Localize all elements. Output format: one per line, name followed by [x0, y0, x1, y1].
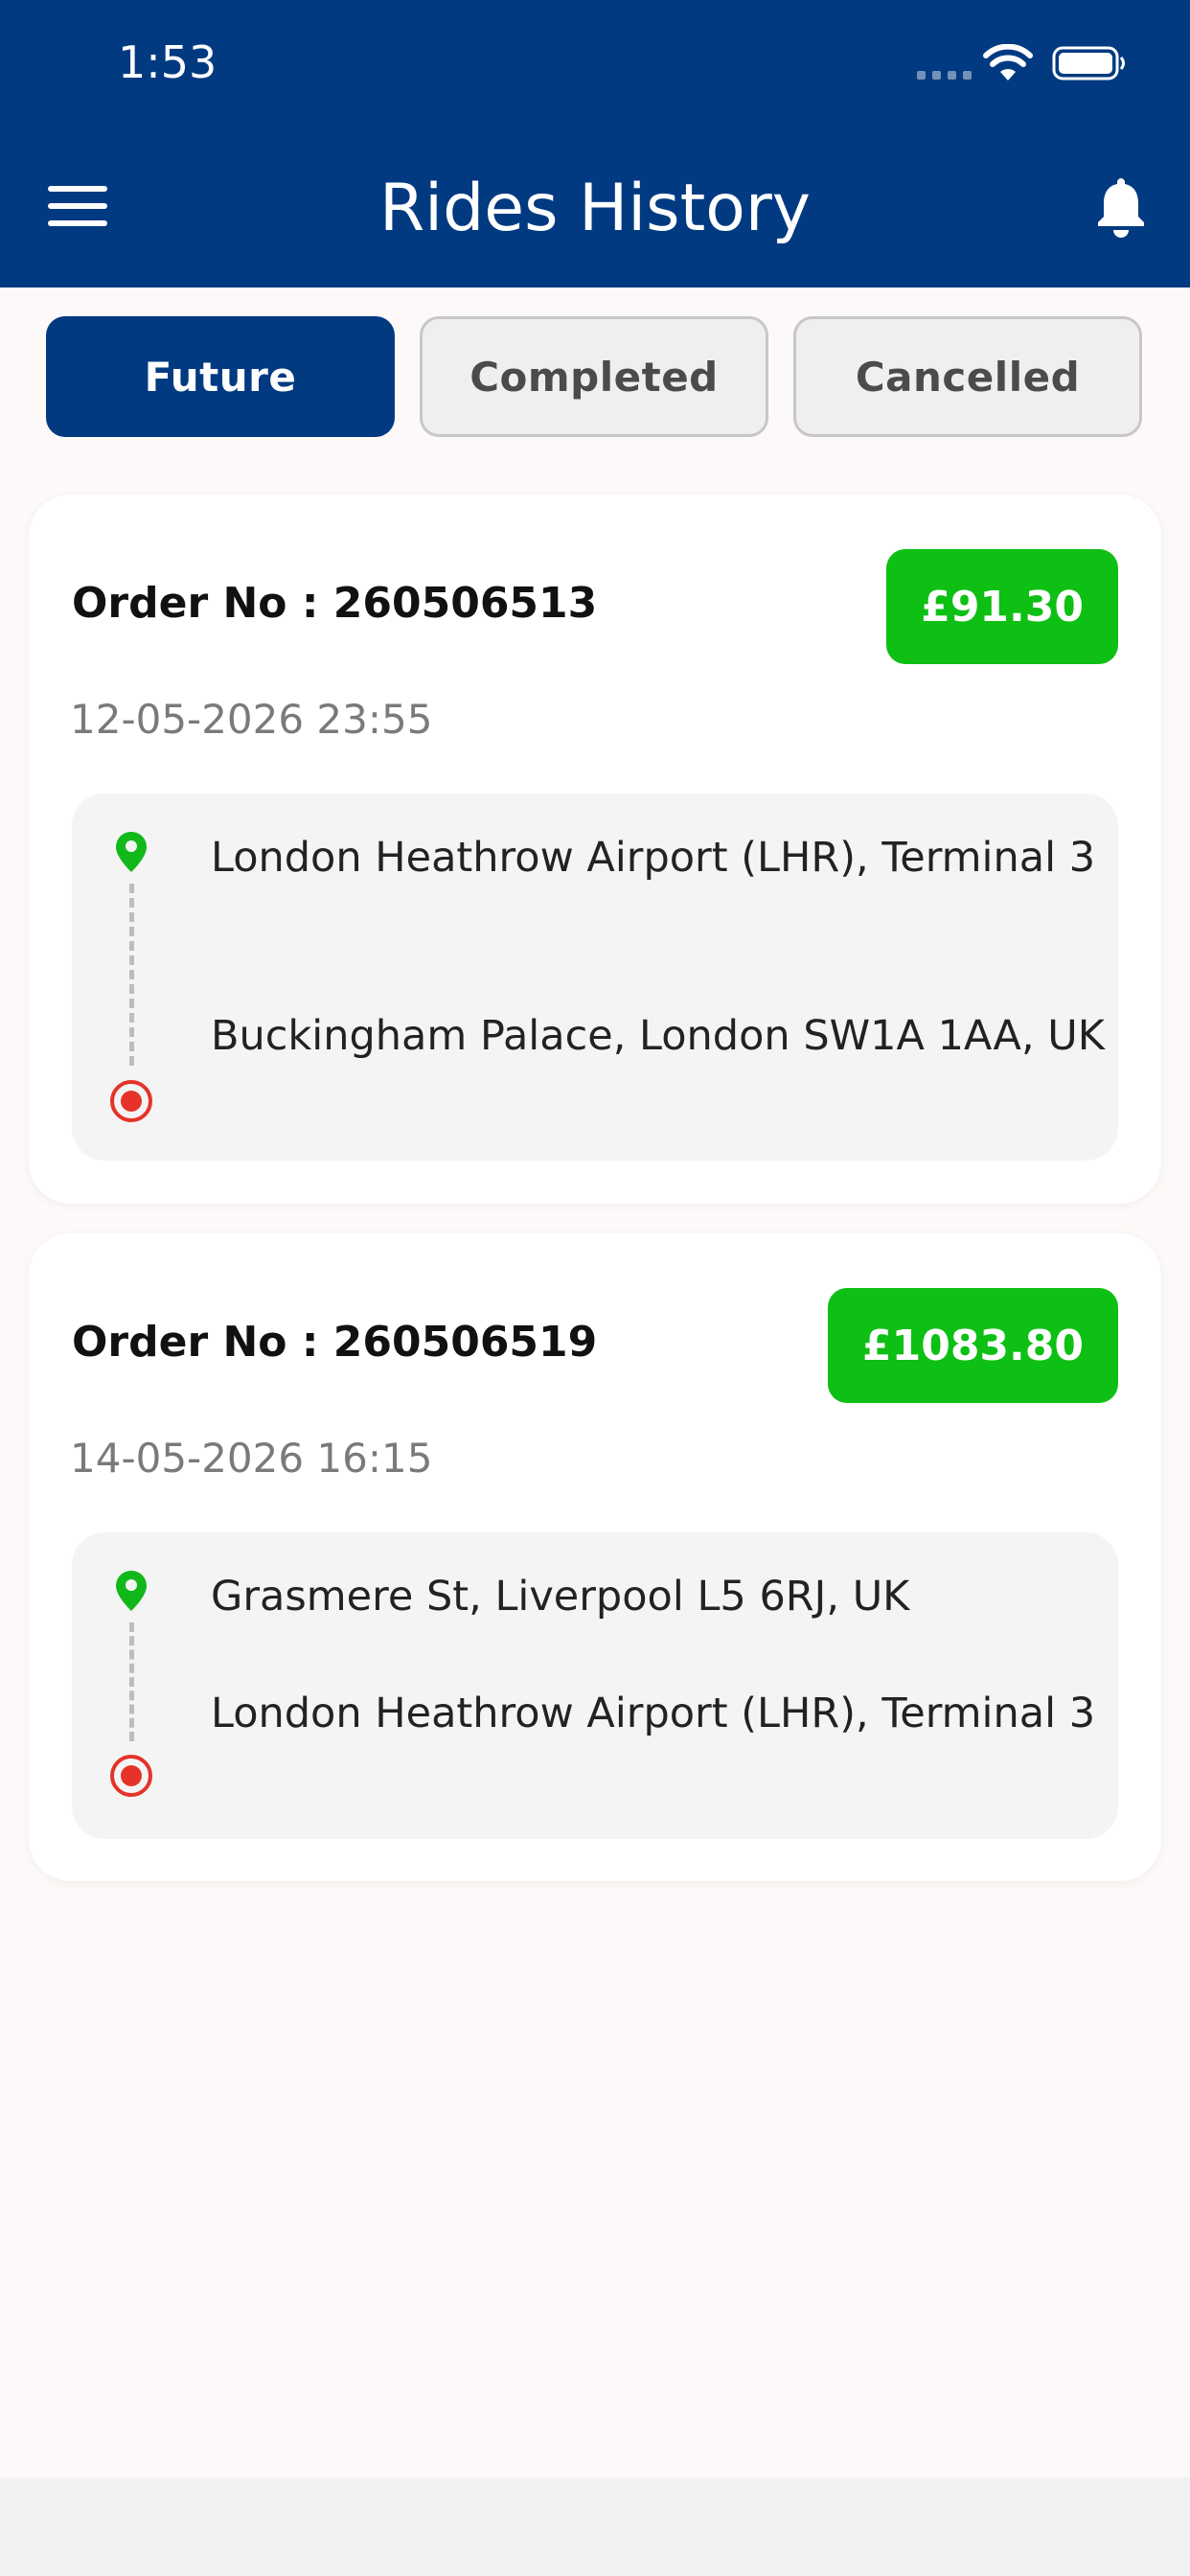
status-time: 1:53	[118, 36, 217, 88]
pickup-address: London Heathrow Airport (LHR), Terminal …	[211, 834, 1096, 882]
pickup-address: Grasmere St, Liverpool L5 6RJ, UK	[211, 1573, 910, 1621]
cellular-signal-icon	[917, 71, 972, 80]
tab-cancelled[interactable]: Cancelled	[793, 316, 1142, 437]
route-box: London Heathrow Airport (LHR), Terminal …	[72, 794, 1118, 1161]
wifi-icon	[983, 44, 1033, 80]
bell-icon[interactable]	[1094, 174, 1148, 238]
dropoff-address: London Heathrow Airport (LHR), Terminal …	[211, 1690, 1096, 1737]
pickup-pin-icon	[116, 832, 147, 872]
dropoff-address: Buckingham Palace, London SW1A 1AA, UK	[211, 1012, 1105, 1060]
battery-icon	[1052, 46, 1125, 80]
ride-card[interactable]: Order No : 260506519 £1083.80 14-05-2026…	[29, 1233, 1161, 1881]
dropoff-target-icon	[110, 1755, 152, 1797]
route-connector	[129, 1622, 134, 1741]
bottom-area	[0, 2477, 1190, 2576]
price-badge: £91.30	[886, 549, 1118, 664]
tab-completed[interactable]: Completed	[420, 316, 768, 437]
order-number: Order No : 260506519	[72, 1318, 598, 1367]
order-number: Order No : 260506513	[72, 579, 598, 628]
price-badge: £1083.80	[827, 1288, 1118, 1403]
route-connector	[129, 884, 134, 1066]
ride-datetime: 14-05-2026 16:15	[70, 1435, 433, 1482]
ride-card[interactable]: Order No : 260506513 £91.30 12-05-2026 2…	[29, 494, 1161, 1204]
app-header: 1:53 Rides History	[0, 0, 1190, 288]
page-title: Rides History	[378, 171, 812, 246]
ride-datetime: 12-05-2026 23:55	[70, 696, 433, 743]
tab-future[interactable]: Future	[46, 316, 395, 437]
route-box: Grasmere St, Liverpool L5 6RJ, UK London…	[72, 1532, 1118, 1839]
dropoff-target-icon	[110, 1080, 152, 1122]
ride-status-tabs: Future Completed Cancelled	[46, 316, 1144, 437]
pickup-pin-icon	[116, 1571, 147, 1611]
